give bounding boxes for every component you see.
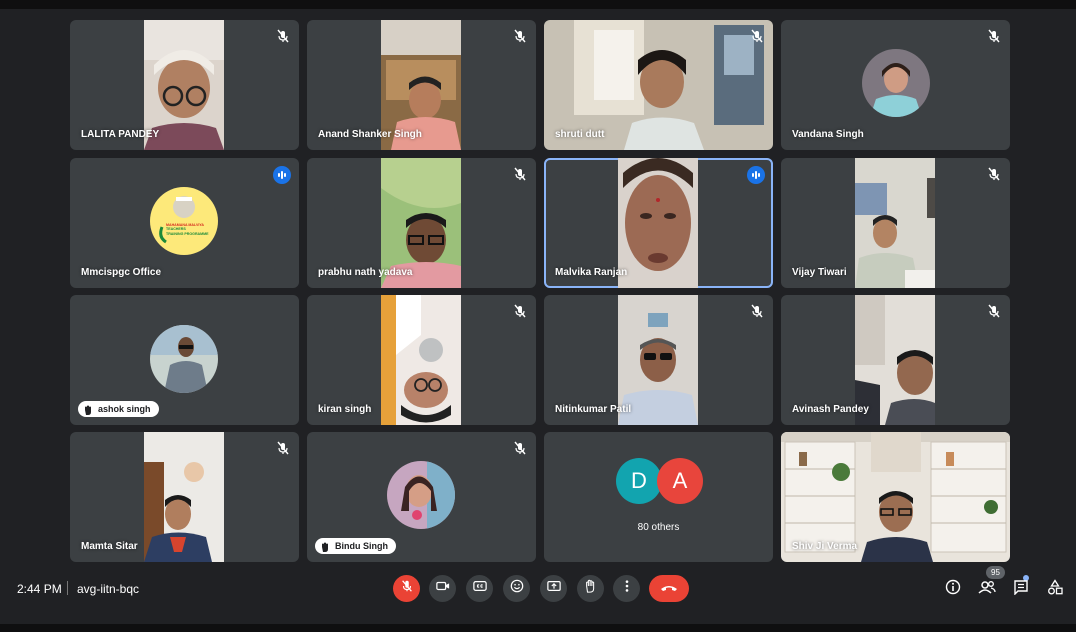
participant-tile-shruti-dutt[interactable]: shruti dutt: [544, 20, 773, 150]
raised-hand-icon: [321, 541, 330, 552]
participant-tile-malvika-ranjan[interactable]: Malvika Ranjan: [544, 158, 773, 288]
emoji-icon: [510, 579, 524, 598]
mic-off-icon: [986, 166, 1002, 182]
organization-logo: MAHAMANA MALVIYA TEACHERS TRAINING PROGR…: [150, 187, 218, 255]
participant-video: [144, 432, 224, 562]
name-pill: Bindu Singh: [315, 538, 396, 554]
participant-name: Vandana Singh: [792, 129, 864, 140]
others-count-label: 80 others: [637, 522, 680, 533]
mic-off-icon: [512, 440, 528, 456]
participant-name: LALITA PANDEY: [81, 129, 160, 140]
participant-tile-vandana-singh[interactable]: Vandana Singh: [781, 20, 1010, 150]
participant-tile-ashok-singh[interactable]: ashok singh: [70, 295, 299, 425]
participant-name: shruti dutt: [555, 129, 605, 140]
participant-tile-vijay-tiwari[interactable]: Vijay Tiwari: [781, 158, 1010, 288]
speaking-indicator-icon: [747, 166, 765, 184]
more-vert-icon: [620, 579, 634, 598]
speaking-indicator-icon: [273, 166, 291, 184]
participant-avatar: [150, 325, 218, 393]
present-screen-icon: [546, 579, 561, 598]
more-options-button[interactable]: [613, 575, 640, 602]
mic-off-icon: [512, 303, 528, 319]
participant-name: Nitinkumar Patil: [555, 404, 632, 415]
mic-off-icon: [986, 303, 1002, 319]
participant-tile-avinash-pandey[interactable]: Avinash Pandey: [781, 295, 1010, 425]
people-icon: [978, 579, 996, 600]
participant-tile-anand-shanker-singh[interactable]: Anand Shanker Singh: [307, 20, 536, 150]
captions-button[interactable]: [466, 575, 493, 602]
name-pill: ashok singh: [78, 401, 159, 417]
leave-call-button[interactable]: [649, 575, 689, 602]
participant-name: Shiv Ji Verma: [792, 541, 858, 552]
others-avatar-2: A: [657, 458, 703, 504]
participant-name: Bindu Singh: [335, 541, 388, 551]
participant-tile-bindu-singh[interactable]: Bindu Singh: [307, 432, 536, 562]
participant-name: Malvika Ranjan: [555, 267, 628, 278]
mic-off-icon: [986, 28, 1002, 44]
video-camera-icon: [435, 579, 450, 598]
activities-shapes-icon: [1047, 578, 1063, 600]
others-avatar-1: D: [616, 458, 662, 504]
participant-name: prabhu nath yadava: [318, 267, 413, 278]
participant-name: Mamta Sitar: [81, 541, 138, 552]
mic-off-icon: [275, 440, 291, 456]
top-edge: [0, 0, 1076, 9]
mic-off-icon: [400, 579, 414, 598]
logo-line-3: TRAINING PROGRAMME: [166, 231, 209, 236]
participant-name: Mmcispgc Office: [81, 267, 162, 278]
people-button[interactable]: [976, 578, 998, 600]
others-tile[interactable]: D A 80 others: [544, 432, 773, 562]
participant-video: [855, 158, 935, 288]
participant-tile-prabhu-nath-yadava[interactable]: prabhu nath yadava: [307, 158, 536, 288]
meeting-details-button[interactable]: [942, 578, 964, 600]
participant-tile-kiran-singh[interactable]: kiran singh: [307, 295, 536, 425]
participant-tile-nitinkumar-patil[interactable]: Nitinkumar Patil: [544, 295, 773, 425]
mic-off-icon: [749, 28, 765, 44]
participant-tile-mmcispgc-office[interactable]: MAHAMANA MALVIYA TEACHERS TRAINING PROGR…: [70, 158, 299, 288]
mic-toggle-button[interactable]: [393, 575, 420, 602]
mic-off-icon: [512, 166, 528, 182]
divider: [67, 581, 68, 595]
participant-name: kiran singh: [318, 404, 372, 415]
participant-video: [618, 158, 698, 288]
activities-button[interactable]: [1044, 578, 1066, 600]
participant-tile-mamta-sitar[interactable]: Mamta Sitar: [70, 432, 299, 562]
chat-icon: [1013, 579, 1029, 600]
mic-off-icon: [512, 28, 528, 44]
participant-tile-lalita-pandey[interactable]: LALITA PANDEY: [70, 20, 299, 150]
camera-toggle-button[interactable]: [429, 575, 456, 602]
raise-hand-button[interactable]: [577, 575, 604, 602]
info-icon: [945, 579, 961, 600]
closed-captions-icon: [472, 579, 487, 598]
mic-off-icon: [275, 28, 291, 44]
clock: 2:44 PM: [17, 582, 62, 596]
participant-avatar: [387, 461, 455, 529]
participant-tile-shiv-ji-verma[interactable]: Shiv Ji Verma: [781, 432, 1010, 562]
participant-name: Vijay Tiwari: [792, 267, 847, 278]
reactions-button[interactable]: [503, 575, 530, 602]
participant-video: [381, 295, 461, 425]
raise-hand-icon: [584, 579, 598, 598]
mic-off-icon: [749, 303, 765, 319]
end-call-icon: [660, 580, 678, 598]
participant-name: ashok singh: [98, 404, 151, 414]
participant-avatar: [862, 49, 930, 117]
bottom-edge: [0, 624, 1076, 632]
raised-hand-icon: [84, 404, 93, 415]
chat-button[interactable]: [1010, 578, 1032, 600]
meeting-code: avg-iitn-bqc: [77, 582, 140, 596]
participant-name: Anand Shanker Singh: [318, 129, 422, 140]
present-screen-button[interactable]: [540, 575, 567, 602]
participant-name: Avinash Pandey: [792, 404, 869, 415]
